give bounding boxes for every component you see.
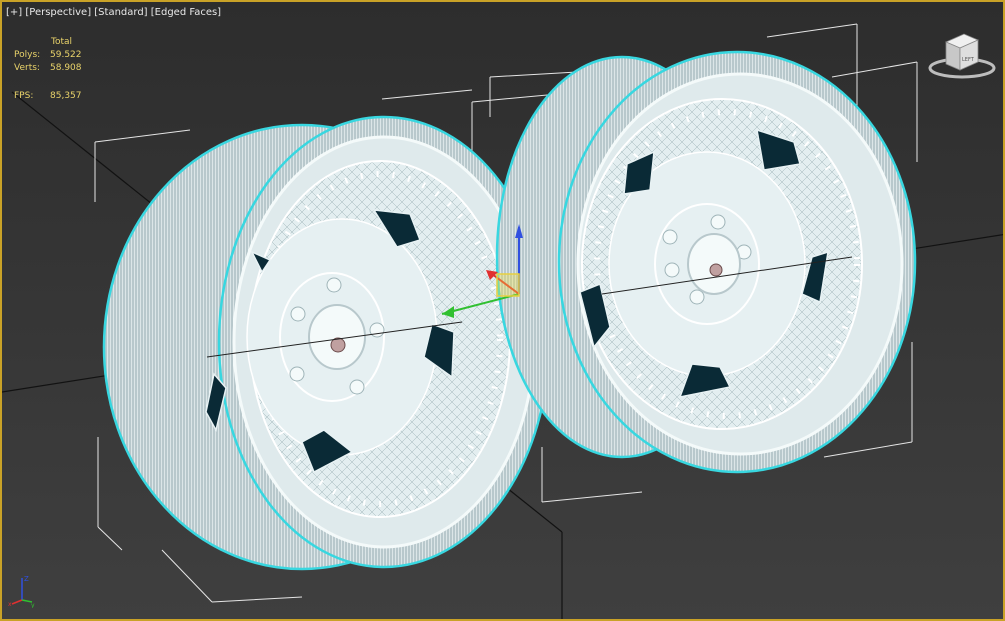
viewcube-face-label: LEFT: [962, 57, 975, 63]
axis-tripod-icon: Z x y: [8, 575, 35, 608]
wheel-left[interactable]: [102, 115, 551, 571]
stats-fps-row: FPS: 85,357: [14, 90, 110, 103]
stats-verts-row: Verts: 58.908: [14, 62, 110, 75]
stats-fps-label: FPS:: [14, 91, 34, 101]
stats-polys-value: 59.522: [50, 50, 82, 60]
viewport-view-menu[interactable]: [Perspective]: [25, 7, 91, 18]
stats-verts-label: Verts:: [14, 63, 40, 73]
viewport-shading-menu[interactable]: [Standard]: [94, 7, 147, 18]
viewcube-icon[interactable]: LEFT: [926, 30, 998, 86]
scene-canvas[interactable]: [2, 2, 1005, 621]
stats-polys-label: Polys:: [14, 50, 41, 60]
wheel-right[interactable]: [495, 50, 917, 474]
stats-verts-value: 58.908: [50, 63, 82, 73]
tripod-y-label: y: [31, 602, 35, 608]
viewport-label-menu: [+] [Perspective] [Standard] [Edged Face…: [6, 7, 221, 18]
viewport-plus-menu[interactable]: [+]: [6, 7, 22, 18]
viewport-faces-menu[interactable]: [Edged Faces]: [151, 7, 221, 18]
stats-fps-value: 85,357: [50, 91, 82, 101]
tripod-x-label: x: [8, 601, 12, 608]
stats-polys-row: Polys: 59.522: [14, 49, 110, 62]
perspective-viewport[interactable]: [+] [Perspective] [Standard] [Edged Face…: [0, 0, 1005, 621]
tripod-z-label: Z: [24, 575, 29, 583]
stats-total-header: Total: [51, 37, 73, 47]
viewport-statistics: Total Polys: 59.522 Verts: 58.908 FPS: 8…: [14, 36, 110, 103]
